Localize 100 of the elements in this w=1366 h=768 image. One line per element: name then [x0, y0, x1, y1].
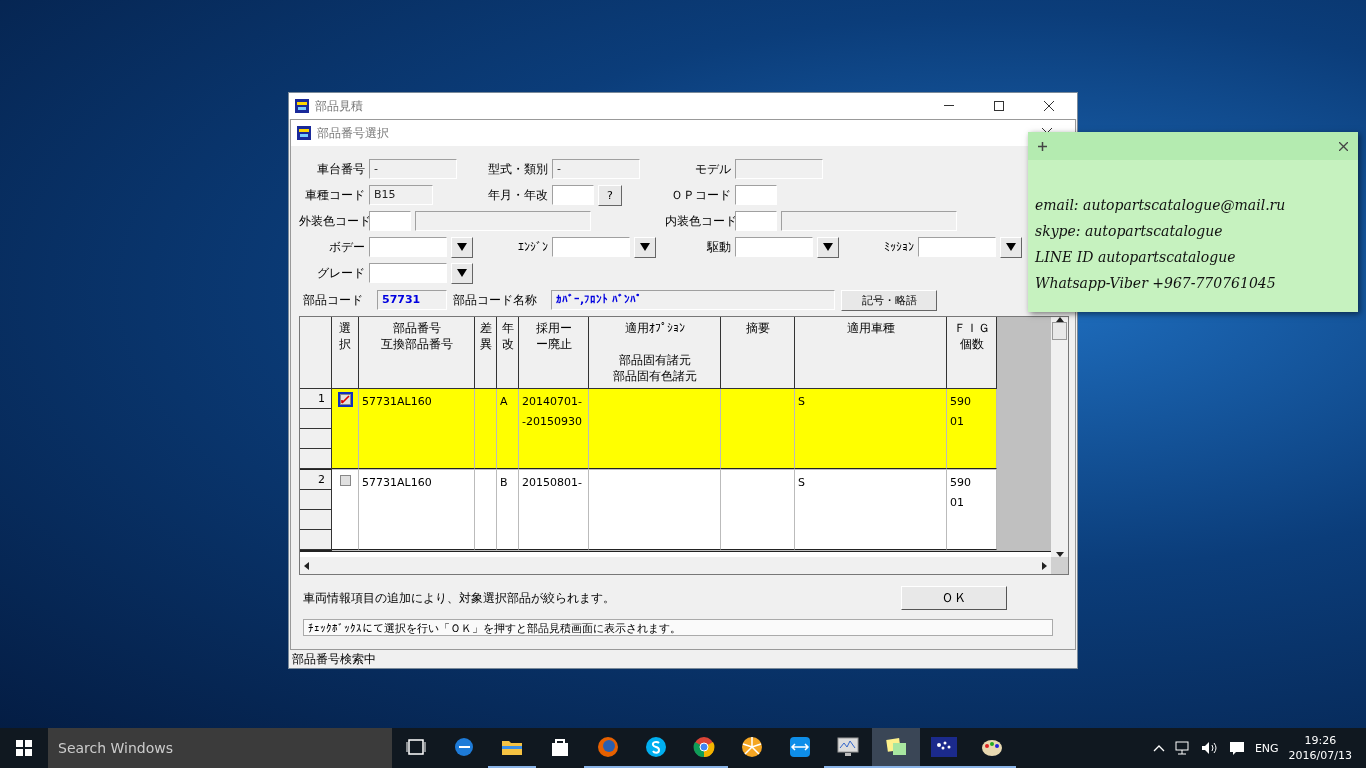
field-label: ボデー [328, 238, 365, 256]
scroll-right-icon [1042, 561, 1047, 570]
column-header: 部品番号 互換部品番号 [359, 317, 475, 389]
read-only-field: - [369, 159, 457, 179]
column-header: 採用ー ー廃止 [519, 317, 589, 389]
column-header: 適用車種 [795, 317, 947, 389]
add-icon[interactable] [1038, 141, 1047, 151]
minimize-icon [944, 105, 954, 107]
field-label: 車種コード [304, 186, 365, 204]
status-text: 部品番号検索中 [292, 650, 376, 668]
folder-icon [501, 738, 523, 756]
table-cell: 57731AL160 [359, 389, 475, 469]
arrows-icon [789, 736, 811, 758]
field-label: モデル [694, 160, 731, 178]
table-cell: S [795, 470, 947, 550]
combo-field[interactable] [918, 237, 996, 257]
note-text: email: autopartscatalogue@mail.ru [1035, 196, 1287, 215]
fox-globe-icon [597, 736, 619, 758]
field-label: 部品コード [303, 291, 363, 309]
dropdown-arrow-icon [457, 242, 467, 251]
window-title: 部品見積 [315, 97, 364, 115]
taskbar-app-button[interactable] [872, 728, 920, 768]
scroll-thumb[interactable] [1052, 322, 1067, 340]
row-number[interactable]: 1 [300, 389, 331, 409]
scrollbar-corner [1051, 557, 1068, 574]
part-code-field: 57731 [377, 290, 447, 310]
task-view-icon [406, 739, 426, 755]
app-icon [295, 99, 309, 113]
input-field[interactable] [552, 185, 594, 205]
column-header: 年改 [497, 317, 519, 389]
close-icon[interactable] [1339, 141, 1348, 151]
vertical-scrollbar[interactable] [1051, 317, 1068, 557]
speaker-icon [1200, 741, 1219, 755]
field-label: 車台番号 [316, 160, 365, 178]
dropdown-button[interactable] [451, 236, 473, 258]
read-only-field: - [552, 159, 640, 179]
shopping-bag-icon [550, 737, 570, 757]
e-logo-icon [453, 736, 475, 758]
browser-icon [693, 736, 715, 758]
sticky-notes-icon [885, 737, 907, 757]
horizontal-scrollbar[interactable] [300, 557, 1051, 574]
checkbox[interactable] [337, 392, 353, 407]
field-label: 型式・類別 [487, 160, 548, 178]
column-header: ＦＩＧ 個数 [947, 317, 997, 389]
dropdown-arrow-icon [457, 268, 467, 277]
field-label: ﾐｯｼｮﾝ [883, 240, 914, 254]
ok-button[interactable]: ＯＫ [901, 586, 1007, 610]
table-cell: 590 01 [947, 389, 997, 469]
field-label: 年月・年改 [487, 186, 548, 204]
table-cell: 20140701- -20150930 [519, 389, 589, 469]
chat-s-icon [645, 736, 667, 758]
field-label: 部品コード名称 [453, 291, 537, 309]
input-field[interactable] [735, 211, 777, 231]
column-header: 選択 [332, 317, 359, 389]
column-header: 適用ｵﾌﾟｼｮﾝ 部品固有諸元 部品固有色諸元 [589, 317, 721, 389]
checkbox[interactable] [337, 473, 353, 488]
combo-field[interactable] [369, 263, 447, 283]
combo-field[interactable] [369, 237, 447, 257]
field-label: 駆動 [706, 238, 731, 256]
column-header: 差異 [475, 317, 497, 389]
read-only-field: B15 [369, 185, 433, 205]
combo-field[interactable] [552, 237, 630, 257]
field-label: ＯＰコード [670, 186, 731, 204]
dropdown-arrow-icon [823, 242, 833, 251]
dropdown-button[interactable] [817, 236, 839, 258]
help-button[interactable]: ? [598, 184, 622, 206]
combo-field[interactable] [735, 237, 813, 257]
table-cell: A [497, 389, 519, 469]
field-label: ｴﾝｼﾞﾝ [517, 240, 548, 254]
star-emblem-icon [931, 737, 957, 757]
search-field[interactable]: Search Windows [48, 728, 392, 768]
dropdown-button[interactable] [451, 262, 473, 284]
dialog-title: 部品番号選択 [317, 124, 390, 142]
network-icon [1174, 741, 1191, 755]
table-cell: B [497, 470, 519, 550]
row-number[interactable]: 2 [300, 470, 331, 490]
hint-text: ﾁｪｯｸﾎﾞｯｸｽにて選択を行い「ＯＫ」を押すと部品見積画面に表示されます。 [308, 622, 681, 635]
table-cell: S [795, 389, 947, 469]
language-indicator[interactable]: ENG [1254, 741, 1279, 755]
dropdown-button[interactable] [634, 236, 656, 258]
monitor-icon [837, 737, 859, 757]
chevron-up-icon [1152, 744, 1165, 752]
input-field[interactable] [369, 211, 411, 231]
note-text: skype: autopartscatalogue [1035, 222, 1224, 241]
table-cell: 57731AL160 [359, 470, 475, 550]
note-text: Whatsapp-Viber +967-770761045 [1035, 274, 1277, 293]
maximize-icon [994, 101, 1004, 111]
column-header: 摘要 [721, 317, 795, 389]
clock[interactable]: 19:26 2016/07/13 [1288, 733, 1352, 763]
dropdown-button[interactable] [1000, 236, 1022, 258]
dropdown-arrow-icon [640, 242, 650, 251]
windows-logo-icon [16, 740, 32, 756]
dropdown-arrow-icon [1006, 242, 1016, 251]
close-icon [1044, 101, 1054, 111]
info-message: 車両情報項目の追加により、対象選択部品が絞られます。 [303, 589, 615, 607]
note-text: LINE ID autopartscatalogue [1035, 248, 1237, 267]
symbols-button[interactable]: 記号・略語 [841, 289, 937, 311]
table-cell: 590 01 [947, 470, 997, 550]
input-field[interactable] [735, 185, 777, 205]
part-name-field: ｶﾊﾞｰ,ﾌﾛﾝﾄ ﾊﾞﾝﾊﾟ [551, 290, 835, 310]
